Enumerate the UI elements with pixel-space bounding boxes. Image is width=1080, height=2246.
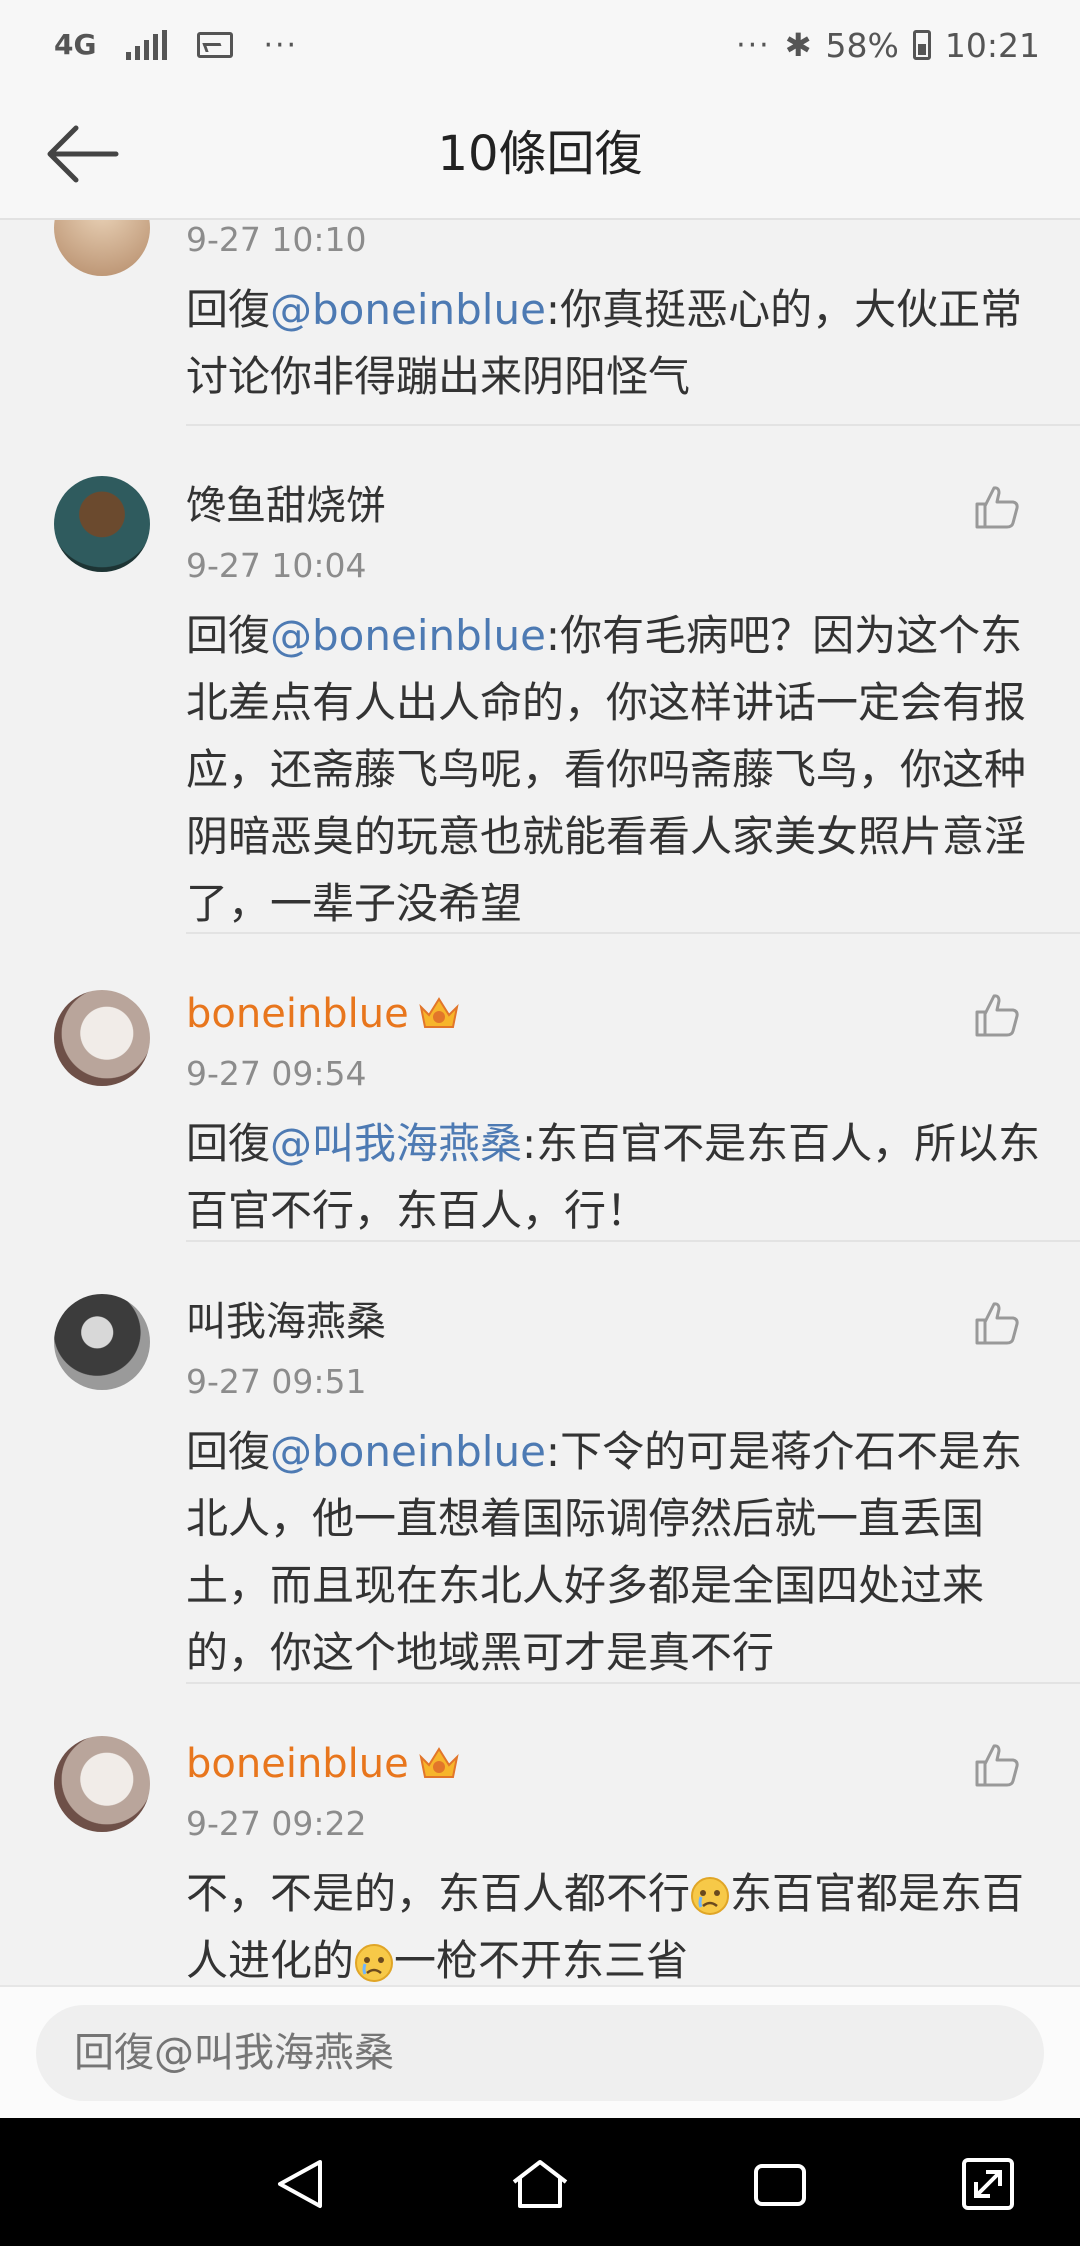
triangle-back-icon xyxy=(278,2160,322,2208)
avatar[interactable] xyxy=(54,990,150,1086)
bluetooth-icon: ✱ xyxy=(784,26,812,64)
battery-percent: 58% xyxy=(825,25,899,65)
comment-time: 9-27 09:54 xyxy=(186,1054,367,1093)
thumbs-up-icon[interactable] xyxy=(972,482,1022,532)
status-bar: 4G ··· ··· ✱ 58% 10:21 xyxy=(0,0,1080,90)
home-icon xyxy=(512,2160,568,2208)
comment-time: 9-27 10:10 xyxy=(186,220,367,259)
avatar[interactable] xyxy=(54,1294,150,1390)
reply-prefix: 回復 xyxy=(186,1427,271,1476)
gallery-notification-icon xyxy=(197,32,234,58)
username-text: boneinblue xyxy=(186,1741,409,1787)
comment-text: 回復@boneinblue:你真挺恶心的，大伙正常讨论你非得蹦出来阴阳怪气 xyxy=(186,276,1046,410)
reply-prefix: 回復 xyxy=(186,285,271,334)
username[interactable]: boneinblue xyxy=(186,990,461,1038)
comment-time: 9-27 09:22 xyxy=(186,1804,367,1843)
avatar[interactable] xyxy=(54,1736,150,1832)
comment-body: 一枪不开东三省 xyxy=(394,1936,689,1985)
expand-icon xyxy=(962,2158,1014,2210)
reply-input[interactable] xyxy=(36,2005,1044,2101)
nav-back-button[interactable] xyxy=(268,2152,332,2216)
thumbs-up-icon[interactable] xyxy=(972,1298,1022,1348)
reply-bar xyxy=(0,1985,1080,2120)
avatar[interactable] xyxy=(54,476,150,572)
more-notifications-icon: ··· xyxy=(263,27,299,63)
mention-link[interactable]: @boneinblue xyxy=(270,285,546,334)
divider xyxy=(186,424,1080,426)
divider xyxy=(186,1682,1080,1684)
username[interactable]: 馋鱼甜烧饼 xyxy=(186,482,386,530)
status-more-icon: ··· xyxy=(736,27,771,63)
comment-text: 不，不是的，东百人都不行 东百官都是东百人进化的 一枪不开东三省 xyxy=(186,1860,1046,1985)
crown-badge-icon xyxy=(419,997,459,1028)
network-type: 4G xyxy=(54,28,97,61)
mention-link[interactable]: @叫我海燕桑 xyxy=(270,1119,522,1168)
comment-time: 9-27 10:04 xyxy=(186,546,367,585)
comment-text: 回復@boneinblue:下令的可是蒋介石不是东北人，他一直想着国际调停然后就… xyxy=(186,1418,1046,1686)
divider xyxy=(186,932,1080,934)
crying-face-emoji xyxy=(355,1944,394,1982)
reply-prefix: 回復 xyxy=(186,611,271,660)
comment-list[interactable]: 9-27 10:10 回復@boneinblue:你真挺恶心的，大伙正常讨论你非… xyxy=(0,220,1080,1985)
username-text: boneinblue xyxy=(186,991,409,1037)
page-title: 10條回復 xyxy=(437,126,643,182)
title-bar: 10條回復 xyxy=(0,90,1080,220)
reply-prefix: 回復 xyxy=(186,1119,271,1168)
nav-recents-button[interactable] xyxy=(748,2152,812,2216)
comment-time: 9-27 09:51 xyxy=(186,1362,367,1401)
mention-link[interactable]: @boneinblue xyxy=(270,611,546,660)
username[interactable]: 叫我海燕桑 xyxy=(186,1298,386,1346)
battery-icon xyxy=(912,30,931,60)
crown-badge-icon xyxy=(419,1747,459,1778)
avatar[interactable] xyxy=(54,220,150,276)
comment-text: 回復@boneinblue:你有毛病吧？因为这个东北差点有人出人命的，你这样讲话… xyxy=(186,602,1046,937)
recents-icon xyxy=(754,2164,806,2206)
comment-body: 不，不是的，东百人都不行 xyxy=(186,1869,691,1918)
mention-link[interactable]: @boneinblue xyxy=(270,1427,546,1476)
thumbs-up-icon[interactable] xyxy=(972,1740,1022,1790)
nav-home-button[interactable] xyxy=(508,2152,572,2216)
signal-icon xyxy=(126,30,168,60)
comment-text: 回復@叫我海燕桑:东百官不是东百人，所以东百官不行，东百人，行！ xyxy=(186,1110,1046,1244)
username[interactable]: boneinblue xyxy=(186,1740,461,1788)
divider xyxy=(186,1240,1080,1242)
clock: 10:21 xyxy=(944,25,1040,65)
crying-face-emoji xyxy=(691,1877,730,1915)
thumbs-up-icon[interactable] xyxy=(972,990,1022,1040)
nav-expand-button[interactable] xyxy=(956,2152,1020,2216)
system-nav-bar xyxy=(0,2118,1080,2246)
